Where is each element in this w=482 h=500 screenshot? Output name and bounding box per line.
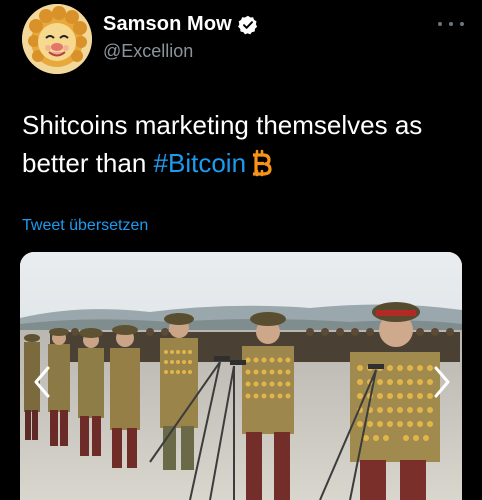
verified-badge-icon (237, 15, 258, 35)
more-dot (449, 22, 453, 26)
hashtag-link[interactable]: #Bitcoin (154, 148, 247, 178)
photo-scene (20, 252, 462, 500)
lion-avatar-icon[interactable] (22, 4, 92, 74)
author-handle[interactable]: @Excellion (103, 41, 193, 62)
author-name-row: Samson Mow (103, 13, 258, 36)
author-display-name[interactable]: Samson Mow (103, 13, 232, 36)
more-dot (438, 22, 442, 26)
more-options-icon[interactable] (438, 20, 464, 28)
tweet-photo[interactable] (20, 252, 462, 500)
bitcoin-icon (250, 149, 272, 187)
translate-tweet-link[interactable]: Tweet übersetzen (22, 217, 148, 235)
tweet-text: Shitcoins marketing themselves as better… (22, 106, 472, 187)
chevron-left-icon[interactable] (28, 362, 58, 402)
tweet-card: Samson Mow @Excellion Shitcoins marketin… (0, 0, 482, 500)
more-dot (460, 22, 464, 26)
chevron-right-icon[interactable] (426, 362, 456, 402)
